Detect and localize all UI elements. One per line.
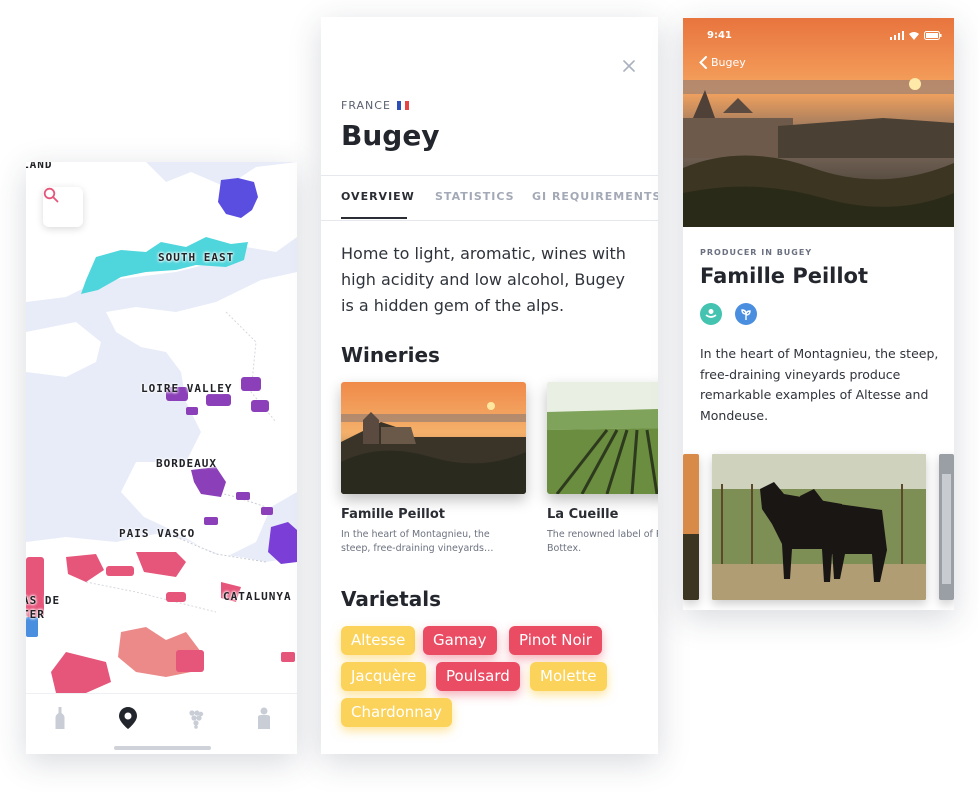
gallery-photo-main[interactable] [712, 454, 926, 600]
region-intro: Home to light, aromatic, wines with high… [341, 244, 626, 315]
map-label-pais-vasco[interactable]: PAIS VASCO [119, 527, 195, 540]
tab-varietals[interactable] [184, 706, 208, 730]
gallery-photo-next[interactable] [939, 454, 954, 600]
region-detail-screen: FRANCE Bugey OVERVIEW STATISTICS GI REQU… [321, 17, 658, 754]
organic-icon [705, 309, 717, 318]
back-button[interactable]: Bugey [699, 56, 746, 69]
producer-hero-photo: 9:41 Bugey [683, 18, 954, 227]
battery-icon [924, 31, 942, 40]
map-screen: LAND SOUTH EAST LOIRE VALLEY BORDEAUX PA… [26, 162, 297, 754]
map-label-loire-valley[interactable]: LOIRE VALLEY [141, 382, 232, 395]
producer-title: Famille Peillot [700, 264, 869, 288]
varietal-pill[interactable]: Molette [530, 662, 607, 691]
map-label-partial-1[interactable]: AS DE [26, 594, 60, 607]
map-label-land: LAND [26, 162, 53, 171]
winery-card[interactable]: Famille Peillot In the heart of Montagni… [341, 382, 526, 556]
country-label: FRANCE [341, 99, 409, 112]
winery-card[interactable]: La Cueille The renowned label of Patrick… [547, 382, 658, 556]
sustainable-icon [741, 309, 751, 320]
map-search-button[interactable] [43, 187, 83, 227]
tab-map[interactable] [116, 706, 140, 730]
map-canvas [26, 162, 297, 693]
land-britain [26, 162, 297, 302]
map-label-partial-2[interactable]: TER [26, 608, 45, 621]
country-name: FRANCE [341, 99, 391, 112]
varietal-pill[interactable]: Chardonnay [341, 698, 452, 727]
producer-screen: 9:41 Bugey PRODUCER IN BUGEY Famille Pei… [683, 18, 954, 610]
status-time: 9:41 [707, 30, 732, 41]
winery-description: In the heart of Montagnieu, the steep, f… [341, 529, 494, 554]
tab-profile[interactable] [252, 706, 276, 730]
varietal-pill[interactable]: Pinot Noir [509, 626, 602, 655]
wine-region-map[interactable]: LAND SOUTH EAST LOIRE VALLEY BORDEAUX PA… [26, 162, 297, 693]
winery-name: La Cueille [547, 507, 619, 522]
bottom-tab-bar [26, 693, 297, 754]
status-icons [890, 31, 942, 40]
winery-photo [341, 382, 526, 494]
map-label-bordeaux[interactable]: BORDEAUX [156, 457, 217, 470]
france-flag-icon [396, 101, 409, 110]
home-indicator [114, 746, 211, 750]
winery-name: Famille Peillot [341, 507, 446, 522]
sustainable-badge[interactable] [735, 303, 757, 325]
producer-description: In the heart of Montagnieu, the steep, f… [700, 346, 939, 423]
winery-description: The renowned label of Patrick Bottex. [547, 529, 658, 554]
active-tab-indicator [341, 217, 407, 219]
varietal-pill[interactable]: Gamay [423, 626, 497, 655]
land-west [26, 322, 101, 377]
tab-wines[interactable] [48, 706, 72, 730]
tab-overview[interactable]: OVERVIEW [341, 190, 415, 203]
tab-gi-requirements[interactable]: GI REQUIREMENTS [532, 190, 658, 203]
gallery-photo-prev[interactable] [683, 454, 699, 600]
detail-tabs: OVERVIEW STATISTICS GI REQUIREMENTS [321, 175, 658, 221]
close-button[interactable] [623, 57, 635, 76]
producer-kicker: PRODUCER IN BUGEY [700, 248, 813, 257]
person-icon [258, 707, 270, 729]
map-label-south-east[interactable]: SOUTH EAST [158, 251, 234, 264]
search-icon [43, 187, 59, 203]
wine-bottle-icon [55, 707, 65, 729]
varietal-pill[interactable]: Poulsard [436, 662, 520, 691]
signal-icon [890, 31, 904, 40]
varietals-heading: Varietals [341, 587, 441, 611]
varietal-pill[interactable]: Jacquère [341, 662, 427, 691]
grapes-icon [189, 710, 204, 729]
wineries-heading: Wineries [341, 343, 440, 367]
back-label: Bugey [711, 56, 746, 69]
chevron-left-icon [699, 56, 707, 69]
organic-badge[interactable] [700, 303, 722, 325]
map-label-catalunya[interactable]: CATALUNYA [223, 590, 292, 603]
varietal-pill[interactable]: Altesse [341, 626, 416, 655]
region-title: Bugey [341, 119, 440, 152]
winery-photo [547, 382, 658, 494]
close-icon [623, 60, 635, 72]
wifi-icon [909, 32, 919, 40]
tab-statistics[interactable]: STATISTICS [435, 190, 515, 203]
map-pin-icon [119, 707, 137, 729]
